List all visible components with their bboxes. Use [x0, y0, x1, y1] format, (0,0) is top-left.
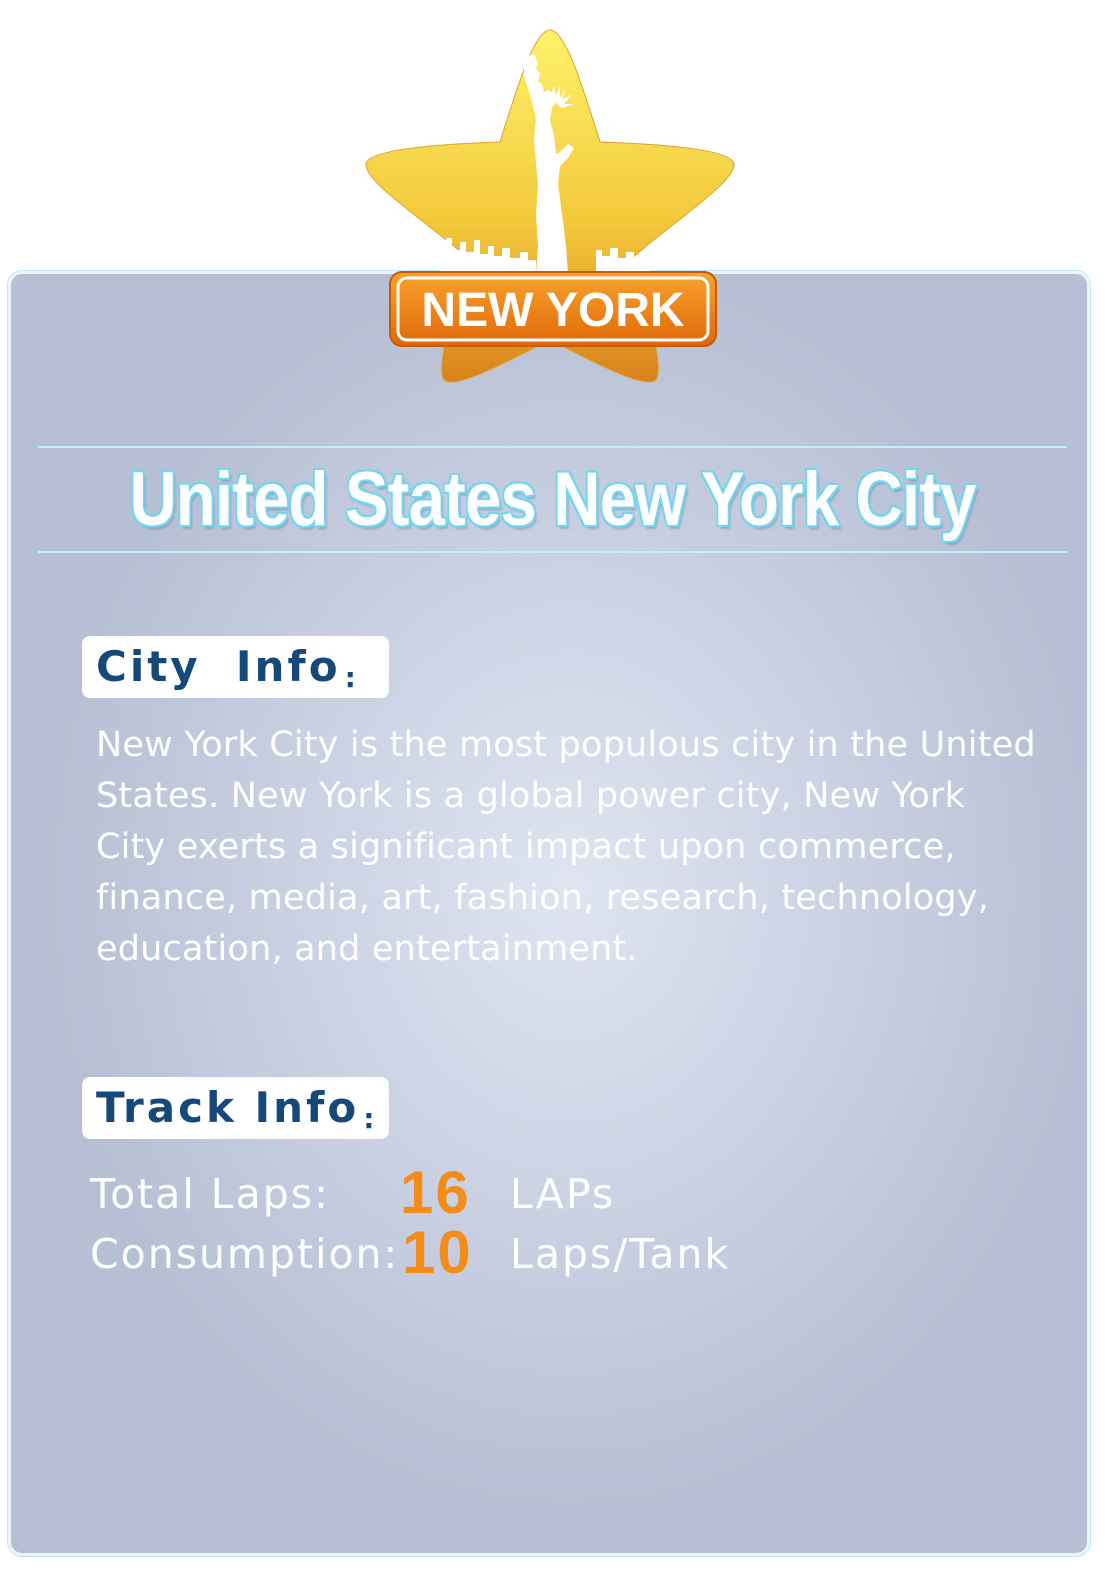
city-info-colon: : — [344, 661, 359, 694]
title-bottom-divider — [38, 551, 1067, 553]
consumption-value: 10 — [402, 1219, 473, 1286]
consumption-unit: Laps/Tank — [510, 1230, 731, 1278]
page-title: United States New York City — [129, 457, 976, 542]
track-info-label-text: Track Info — [96, 1083, 360, 1132]
city-info-label: City Info: — [82, 636, 389, 698]
total-laps-unit: LAPs — [510, 1170, 616, 1218]
title-top-divider — [38, 446, 1067, 448]
city-info-label-text: City Info — [96, 642, 341, 691]
city-emblem: NEW YORK — [360, 24, 740, 394]
consumption-label: Consumption: — [90, 1230, 400, 1278]
total-laps-label: Total Laps: — [90, 1170, 330, 1218]
city-info-page: NEW YORK United States New York City Cit… — [0, 0, 1110, 1582]
track-info-colon: : — [363, 1102, 378, 1135]
city-banner-text: NEW YORK — [421, 284, 684, 337]
track-info-label: Track Info: — [82, 1077, 389, 1139]
city-description: New York City is the most populous city … — [96, 725, 1036, 969]
total-laps-value: 16 — [400, 1159, 471, 1226]
